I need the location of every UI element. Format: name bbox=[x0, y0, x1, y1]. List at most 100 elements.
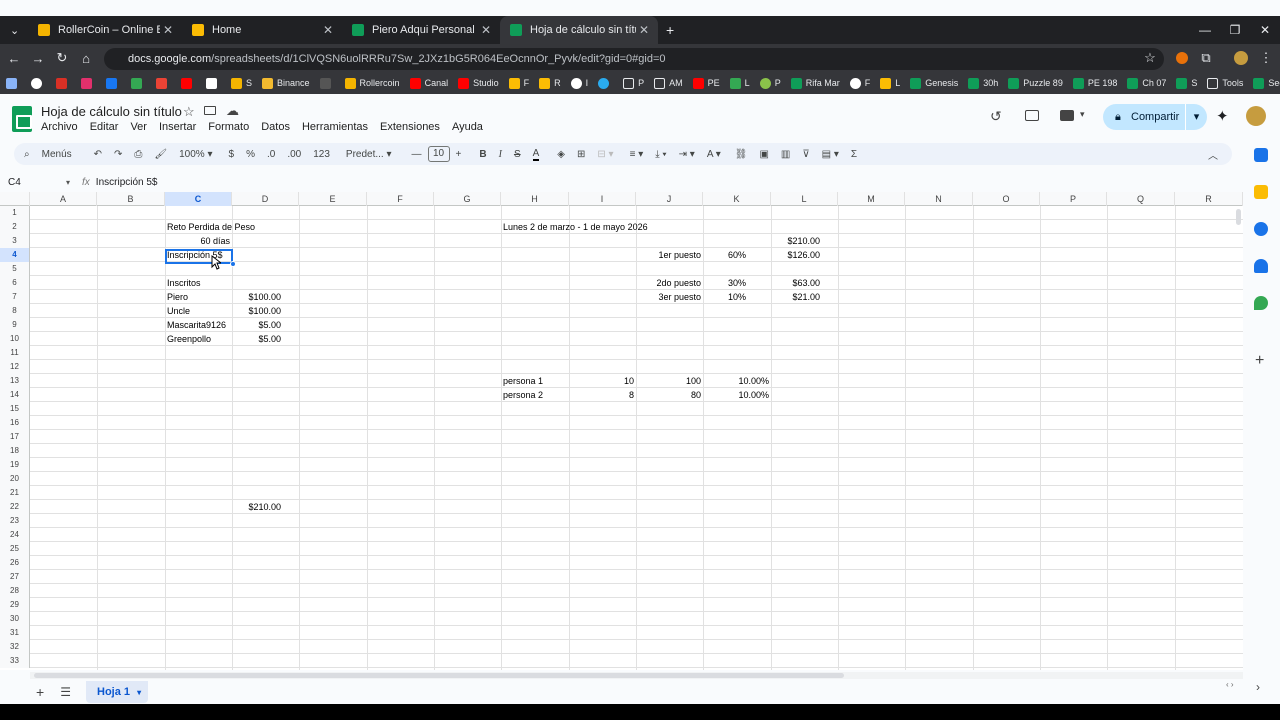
home-icon[interactable]: ⌂ bbox=[74, 51, 98, 66]
redo-icon[interactable]: ↷ bbox=[114, 149, 122, 160]
close-icon[interactable]: ✕ bbox=[636, 23, 652, 37]
row-header-10[interactable]: 10 bbox=[0, 332, 30, 346]
menu-editar[interactable]: Editar bbox=[90, 121, 119, 133]
cell-h14[interactable]: persona 2 bbox=[501, 388, 545, 402]
column-header-h[interactable]: H bbox=[501, 192, 569, 206]
bookmark-item[interactable]: Puzzle 89 bbox=[1008, 77, 1063, 89]
row-header-13[interactable]: 13 bbox=[0, 374, 30, 388]
chevron-down-icon[interactable]: ▾ bbox=[137, 688, 141, 697]
close-icon[interactable]: ✕ bbox=[320, 23, 336, 37]
menu-extensiones[interactable]: Extensiones bbox=[380, 121, 440, 133]
bookmark-item[interactable]: Canal bbox=[409, 77, 448, 89]
column-header-k[interactable]: K bbox=[703, 192, 771, 206]
cell-c2[interactable]: Reto Perdida de Peso bbox=[165, 220, 257, 234]
profile-avatar[interactable] bbox=[1234, 51, 1248, 65]
row-header-27[interactable]: 27 bbox=[0, 570, 30, 584]
menu-formato[interactable]: Formato bbox=[208, 121, 249, 133]
cell-c7[interactable]: Piero bbox=[165, 290, 190, 304]
comments-icon[interactable] bbox=[1025, 110, 1039, 121]
strikethrough-icon[interactable]: S bbox=[514, 149, 521, 160]
name-box[interactable]: C4 bbox=[0, 177, 66, 188]
cell-j7[interactable]: 3er puesto bbox=[636, 290, 703, 304]
tab-search-button[interactable]: ⌄ bbox=[0, 16, 28, 44]
all-sheets-icon[interactable]: ☰ bbox=[60, 685, 71, 699]
row-header-16[interactable]: 16 bbox=[0, 416, 30, 430]
name-box-dropdown-icon[interactable]: ▾ bbox=[66, 178, 70, 187]
bookmark-item[interactable]: L bbox=[729, 77, 750, 89]
text-color-icon[interactable]: A bbox=[532, 148, 540, 161]
account-avatar[interactable] bbox=[1246, 106, 1266, 126]
tab-home[interactable]: Home ✕ bbox=[182, 16, 342, 44]
more-formats-button[interactable]: 123 bbox=[313, 149, 330, 160]
bookmark-item[interactable]: P bbox=[759, 77, 781, 89]
bookmark-icon-only[interactable] bbox=[106, 77, 121, 89]
cell-i14[interactable]: 8 bbox=[569, 388, 636, 402]
row-header-5[interactable]: 5 bbox=[0, 262, 30, 276]
cell-c10[interactable]: Greenpollo bbox=[165, 332, 213, 346]
zoom-select[interactable]: 100% ▾ bbox=[179, 149, 212, 160]
cell-j4[interactable]: 1er puesto bbox=[636, 248, 703, 262]
url-field[interactable]: docs.google.com/spreadsheets/d/1ClVQSN6u… bbox=[104, 48, 1164, 70]
add-addon-icon[interactable]: + bbox=[1255, 352, 1264, 370]
scroll-arrows[interactable]: ‹ › bbox=[1226, 680, 1234, 689]
cell-d7[interactable]: $100.00 bbox=[232, 290, 283, 304]
cell-k7[interactable]: 10% bbox=[703, 290, 771, 304]
row-header-8[interactable]: 8 bbox=[0, 304, 30, 318]
cell-l7[interactable]: $21.00 bbox=[771, 290, 822, 304]
vertical-scrollbar[interactable] bbox=[1236, 209, 1241, 225]
row-header-3[interactable]: 3 bbox=[0, 234, 30, 248]
bookmark-item[interactable]: PE bbox=[692, 77, 720, 89]
row-header-14[interactable]: 14 bbox=[0, 388, 30, 402]
bookmark-item[interactable]: S bbox=[1176, 77, 1197, 89]
column-header-f[interactable]: F bbox=[367, 192, 434, 206]
bookmark-item[interactable]: L bbox=[880, 77, 900, 89]
maps-icon[interactable] bbox=[1254, 296, 1268, 310]
column-header-c[interactable]: C bbox=[165, 192, 232, 206]
cell-d10[interactable]: $5.00 bbox=[232, 332, 283, 346]
column-header-j[interactable]: J bbox=[636, 192, 703, 206]
spreadsheet-grid[interactable]: ABCDEFGHIJKLMNOPQR 1 2 3 4 5 6 7 8 9 10 11 12 13 14 15… bbox=[0, 192, 1243, 670]
row-header-30[interactable]: 30 bbox=[0, 612, 30, 626]
row-header-29[interactable]: 29 bbox=[0, 598, 30, 612]
bookmark-icon-only[interactable] bbox=[206, 77, 221, 89]
bookmark-folder[interactable]: Tools bbox=[1207, 77, 1243, 89]
search-icon[interactable]: ⌕ bbox=[24, 149, 30, 160]
text-wrapping-icon[interactable]: ⇥ ▾ bbox=[679, 149, 695, 160]
tab-rollercoin[interactable]: RollerCoin – Online Bitcoin Mini ✕ bbox=[28, 16, 182, 44]
forward-icon[interactable]: → bbox=[26, 51, 50, 66]
minimize-icon[interactable]: — bbox=[1190, 16, 1220, 44]
fill-handle[interactable] bbox=[230, 261, 236, 267]
vertical-align-icon[interactable]: ⤓ ▾ bbox=[655, 149, 666, 160]
column-header-n[interactable]: N bbox=[905, 192, 973, 206]
increase-font-size-icon[interactable]: + bbox=[456, 149, 462, 160]
column-header-i[interactable]: I bbox=[569, 192, 636, 206]
sheets-logo-icon[interactable] bbox=[12, 106, 32, 132]
formula-input[interactable]: Inscripción 5$ bbox=[96, 177, 158, 188]
reload-icon[interactable]: ↻ bbox=[50, 50, 74, 66]
cell-d22[interactable]: $210.00 bbox=[232, 500, 283, 514]
row-header-28[interactable]: 28 bbox=[0, 584, 30, 598]
gemini-icon[interactable]: ✦ bbox=[1216, 107, 1229, 125]
cell-k14[interactable]: 10.00% bbox=[703, 388, 771, 402]
menu-ayuda[interactable]: Ayuda bbox=[452, 121, 483, 133]
menu-archivo[interactable]: Archivo bbox=[41, 121, 78, 133]
document-title[interactable]: Hoja de cálculo sin título bbox=[41, 104, 182, 119]
extension-icon[interactable] bbox=[1176, 52, 1188, 64]
insert-comment-icon[interactable]: ▣ bbox=[759, 149, 768, 160]
insert-chart-icon[interactable]: ▥ bbox=[781, 149, 790, 160]
fill-color-icon[interactable]: ◈ bbox=[557, 149, 565, 160]
bookmark-icon-only[interactable] bbox=[181, 77, 196, 89]
row-header-26[interactable]: 26 bbox=[0, 556, 30, 570]
insert-link-icon[interactable]: ⛓︎ bbox=[735, 149, 748, 160]
column-header-p[interactable]: P bbox=[1040, 192, 1107, 206]
tab-active-sheet[interactable]: Hoja de cálculo sin título - Hoja ✕ bbox=[500, 16, 658, 44]
bookmark-item[interactable]: 30h bbox=[968, 77, 998, 89]
column-header-g[interactable]: G bbox=[434, 192, 501, 206]
font-size-input[interactable]: 10 bbox=[427, 146, 450, 162]
move-folder-icon[interactable] bbox=[204, 106, 216, 115]
bookmark-icon-only[interactable] bbox=[319, 77, 335, 89]
back-icon[interactable]: ← bbox=[2, 51, 26, 66]
cell-d9[interactable]: $5.00 bbox=[232, 318, 283, 332]
functions-icon[interactable]: Σ bbox=[851, 149, 857, 160]
undo-icon[interactable]: ↶ bbox=[94, 149, 102, 160]
